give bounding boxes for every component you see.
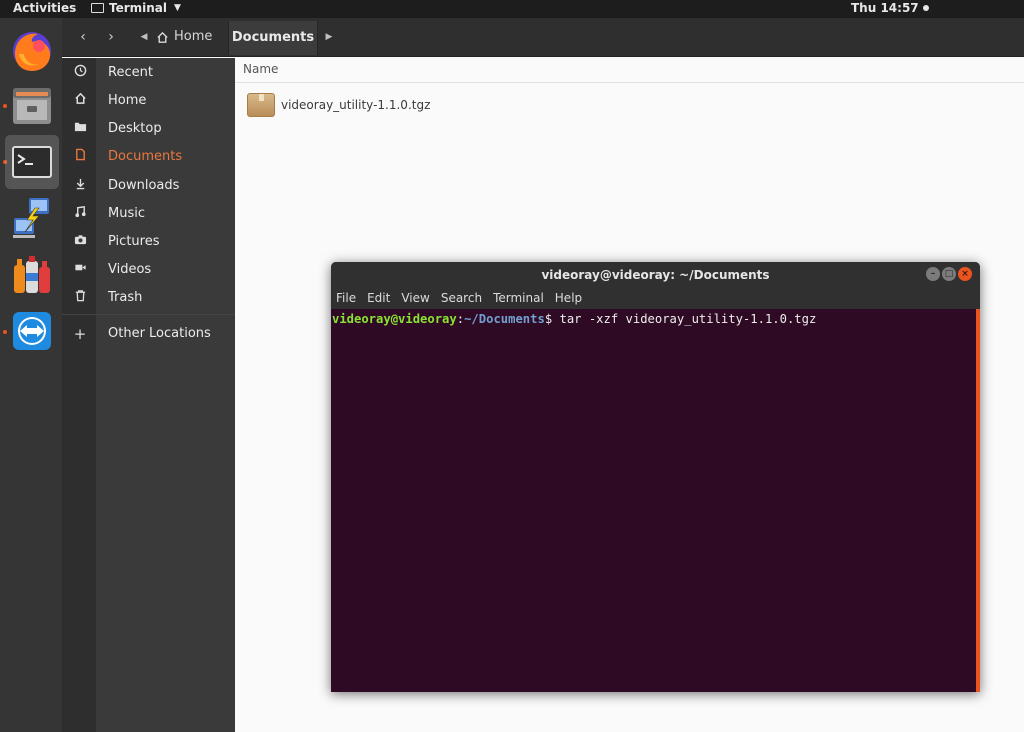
sidebar-item-documents[interactable]: Documents (62, 144, 235, 170)
app-menu[interactable]: Terminal ▼ (91, 1, 181, 15)
sidebar-item-videos[interactable]: Videos (62, 257, 235, 283)
chevron-left-icon: ‹ (80, 29, 86, 45)
sidebar-item-label: Downloads (108, 178, 180, 193)
sidebar-item-label: Recent (108, 65, 153, 80)
terminal-output[interactable]: videoray@videoray:~/Documents$ tar -xzf … (331, 309, 976, 692)
prompt-separator: : (456, 312, 465, 326)
prompt-path: ~/Documents (464, 312, 545, 326)
document-icon (71, 148, 89, 166)
terminal-icon (12, 146, 52, 178)
terminal-scrollbar[interactable] (976, 309, 980, 692)
plus-icon: + (73, 325, 87, 343)
triangle-right-icon: ▶ (325, 32, 333, 42)
sidebar-item-label: Videos (108, 262, 152, 277)
download-icon (71, 177, 89, 195)
sidebar-item-label: Music (108, 206, 145, 221)
firefox-icon (13, 32, 51, 71)
clock-icon (71, 64, 89, 82)
dock-item-files[interactable] (5, 78, 59, 132)
menu-search[interactable]: Search (441, 288, 482, 309)
sidebar-item-label: Documents (108, 149, 183, 164)
places-sidebar: Recent Home Desktop Documents Downloads … (62, 58, 235, 732)
dock (0, 18, 62, 732)
triangle-left-icon: ◀ (140, 32, 148, 42)
menu-edit[interactable]: Edit (367, 288, 390, 309)
app-menu-label: Terminal (109, 1, 168, 15)
sidebar-item-label: Other Locations (108, 326, 211, 341)
forward-button[interactable]: › (100, 26, 122, 48)
sidebar-item-home[interactable]: Home (62, 88, 235, 114)
sidebar-item-recent[interactable]: Recent (62, 60, 235, 86)
prompt-user: videoray@videoray (332, 312, 457, 326)
video-icon (71, 261, 89, 279)
home-icon (157, 31, 168, 43)
menu-help[interactable]: Help (555, 288, 582, 309)
sidebar-item-label: Home (108, 93, 147, 108)
terminal-titlebar[interactable]: videoray@videoray: ~/Documents – □ × (331, 262, 980, 288)
bottles-icon (14, 256, 50, 293)
sidebar-divider (62, 314, 235, 315)
files-icon (13, 88, 51, 124)
sidebar-item-desktop[interactable]: Desktop (62, 116, 235, 142)
folder-icon (71, 120, 89, 138)
column-header-label: Name (243, 62, 279, 76)
dock-item-teamviewer[interactable] (5, 304, 59, 358)
notification-dot-icon (922, 5, 929, 11)
dock-item-bottles[interactable] (5, 247, 59, 301)
terminal-window: videoray@videoray: ~/Documents – □ × Fil… (331, 262, 980, 692)
close-button[interactable]: × (958, 267, 972, 281)
files-header-bar: ‹ › ◀ Home Documents ▶ (62, 18, 1024, 57)
close-icon: × (961, 269, 969, 279)
sidebar-item-label: Trash (108, 290, 143, 305)
menu-file[interactable]: File (336, 288, 356, 309)
home-icon (71, 92, 89, 110)
terminal-icon (91, 3, 104, 13)
minimize-button[interactable]: – (926, 267, 940, 281)
sidebar-item-label: Desktop (108, 121, 162, 136)
sidebar-item-downloads[interactable]: Downloads (62, 173, 235, 199)
sidebar-item-trash[interactable]: Trash (62, 285, 235, 311)
menu-view[interactable]: View (401, 288, 429, 309)
clock-label: Thu 14:57 (851, 1, 919, 15)
network-icon (13, 198, 49, 238)
desktop: Activities Terminal ▼ Thu 14:57 ‹ › ◀ Ho… (0, 0, 1024, 732)
menu-terminal[interactable]: Terminal (493, 288, 544, 309)
command-text: tar -xzf videoray_utility-1.1.0.tgz (552, 312, 817, 326)
sidebar-item-music[interactable]: Music (62, 201, 235, 227)
breadcrumb-home[interactable]: Home (156, 26, 212, 48)
terminal-menubar: File Edit View Search Terminal Help (331, 288, 980, 309)
dock-item-firefox[interactable] (5, 24, 59, 78)
music-icon (71, 205, 89, 223)
maximize-icon: □ (944, 269, 954, 279)
caret-down-icon: ▼ (174, 3, 181, 13)
back-button[interactable]: ‹ (72, 26, 94, 48)
breadcrumb-current[interactable]: Documents (228, 21, 318, 55)
top-bar: Activities Terminal ▼ Thu 14:57 (0, 0, 1024, 18)
minimize-icon: – (930, 269, 936, 279)
breadcrumb-home-label: Home (174, 29, 213, 44)
camera-icon (71, 233, 89, 251)
maximize-button[interactable]: □ (942, 267, 956, 281)
dock-item-terminal[interactable] (5, 135, 59, 189)
clock[interactable]: Thu 14:57 (851, 1, 929, 15)
sidebar-item-other-locations[interactable]: + Other Locations (62, 321, 235, 347)
dock-item-network[interactable] (5, 190, 59, 244)
trash-icon (71, 289, 89, 307)
package-icon (247, 93, 275, 117)
window-controls: – □ × (926, 267, 972, 281)
breadcrumb-scroll-left-button[interactable]: ◀ (137, 26, 151, 48)
activities-button[interactable]: Activities (13, 1, 76, 15)
file-item[interactable]: videoray_utility-1.1.0.tgz (247, 92, 430, 118)
file-name: videoray_utility-1.1.0.tgz (281, 98, 431, 112)
teamviewer-icon (13, 312, 51, 350)
breadcrumb-scroll-right-button[interactable]: ▶ (322, 26, 336, 48)
window-title: videoray@videoray: ~/Documents (541, 268, 770, 282)
sidebar-item-label: Pictures (108, 234, 160, 249)
sidebar-item-pictures[interactable]: Pictures (62, 229, 235, 255)
chevron-right-icon: › (108, 29, 114, 45)
column-header-name[interactable]: Name (235, 58, 1024, 83)
